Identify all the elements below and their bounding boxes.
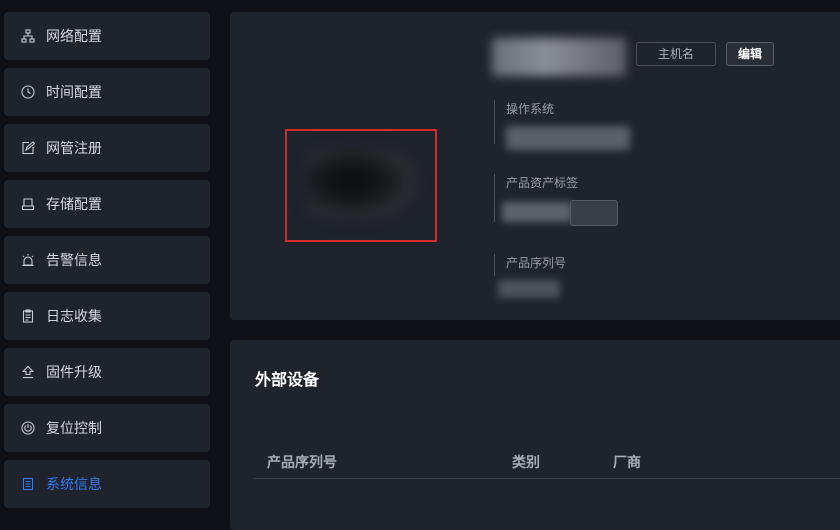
sidebar-item-storage-config[interactable]: 存储配置 <box>4 180 210 228</box>
sidebar: 网络配置 时间配置 网管注册 存储配置 告警信息 日志收集 固件升级 复位控制 … <box>4 12 210 516</box>
column-header-serial: 产品序列号 <box>267 455 337 471</box>
sidebar-item-system-info[interactable]: 系统信息 <box>4 460 210 508</box>
edit-button[interactable]: 编辑 <box>726 42 774 66</box>
power-icon <box>21 421 35 435</box>
column-header-category: 类别 <box>512 455 540 471</box>
device-image-blurred <box>307 149 419 221</box>
table-header-divider <box>254 478 840 479</box>
sidebar-item-label: 系统信息 <box>46 477 102 493</box>
document-icon <box>21 477 35 491</box>
sidebar-item-label: 存储配置 <box>46 197 102 213</box>
clock-icon <box>21 85 35 99</box>
sidebar-item-label: 复位控制 <box>46 421 102 437</box>
external-devices-panel: 外部设备 产品序列号 类别 厂商 <box>230 340 840 530</box>
serial-value-blurred <box>498 280 560 298</box>
sidebar-item-log-collect[interactable]: 日志收集 <box>4 292 210 340</box>
sidebar-item-nms-register[interactable]: 网管注册 <box>4 124 210 172</box>
sidebar-item-alarm-info[interactable]: 告警信息 <box>4 236 210 284</box>
sidebar-item-firmware-upgrade[interactable]: 固件升级 <box>4 348 210 396</box>
serial-field: 产品序列号 <box>494 254 566 276</box>
upload-icon <box>21 365 35 379</box>
sidebar-item-label: 网管注册 <box>46 141 102 157</box>
external-devices-title: 外部设备 <box>255 370 320 389</box>
sidebar-item-label: 固件升级 <box>46 365 102 381</box>
sidebar-item-time-config[interactable]: 时间配置 <box>4 68 210 116</box>
asset-tag-input[interactable] <box>570 200 618 226</box>
asset-tag-value-blurred <box>502 202 572 222</box>
device-image <box>285 129 437 242</box>
os-value-blurred <box>506 126 630 150</box>
hostname-value-blurred <box>492 38 626 76</box>
edit-icon <box>21 141 35 155</box>
asset-tag-label: 产品资产标签 <box>506 176 579 190</box>
alarm-icon <box>21 253 35 267</box>
serial-label: 产品序列号 <box>506 256 567 270</box>
system-info-panel: 主机名 编辑 操作系统 产品资产标签 产品序列号 <box>230 12 840 320</box>
network-icon <box>21 29 35 43</box>
sidebar-item-label: 告警信息 <box>46 253 102 269</box>
hostname-tag: 主机名 <box>636 42 716 66</box>
storage-icon <box>21 197 35 211</box>
sidebar-item-reset-control[interactable]: 复位控制 <box>4 404 210 452</box>
sidebar-item-label: 网络配置 <box>46 29 102 45</box>
sidebar-item-label: 日志收集 <box>46 309 102 325</box>
os-label: 操作系统 <box>506 102 555 116</box>
column-header-vendor: 厂商 <box>613 455 641 471</box>
sidebar-item-network-config[interactable]: 网络配置 <box>4 12 210 60</box>
sidebar-item-label: 时间配置 <box>46 85 102 101</box>
clipboard-icon <box>21 309 35 323</box>
